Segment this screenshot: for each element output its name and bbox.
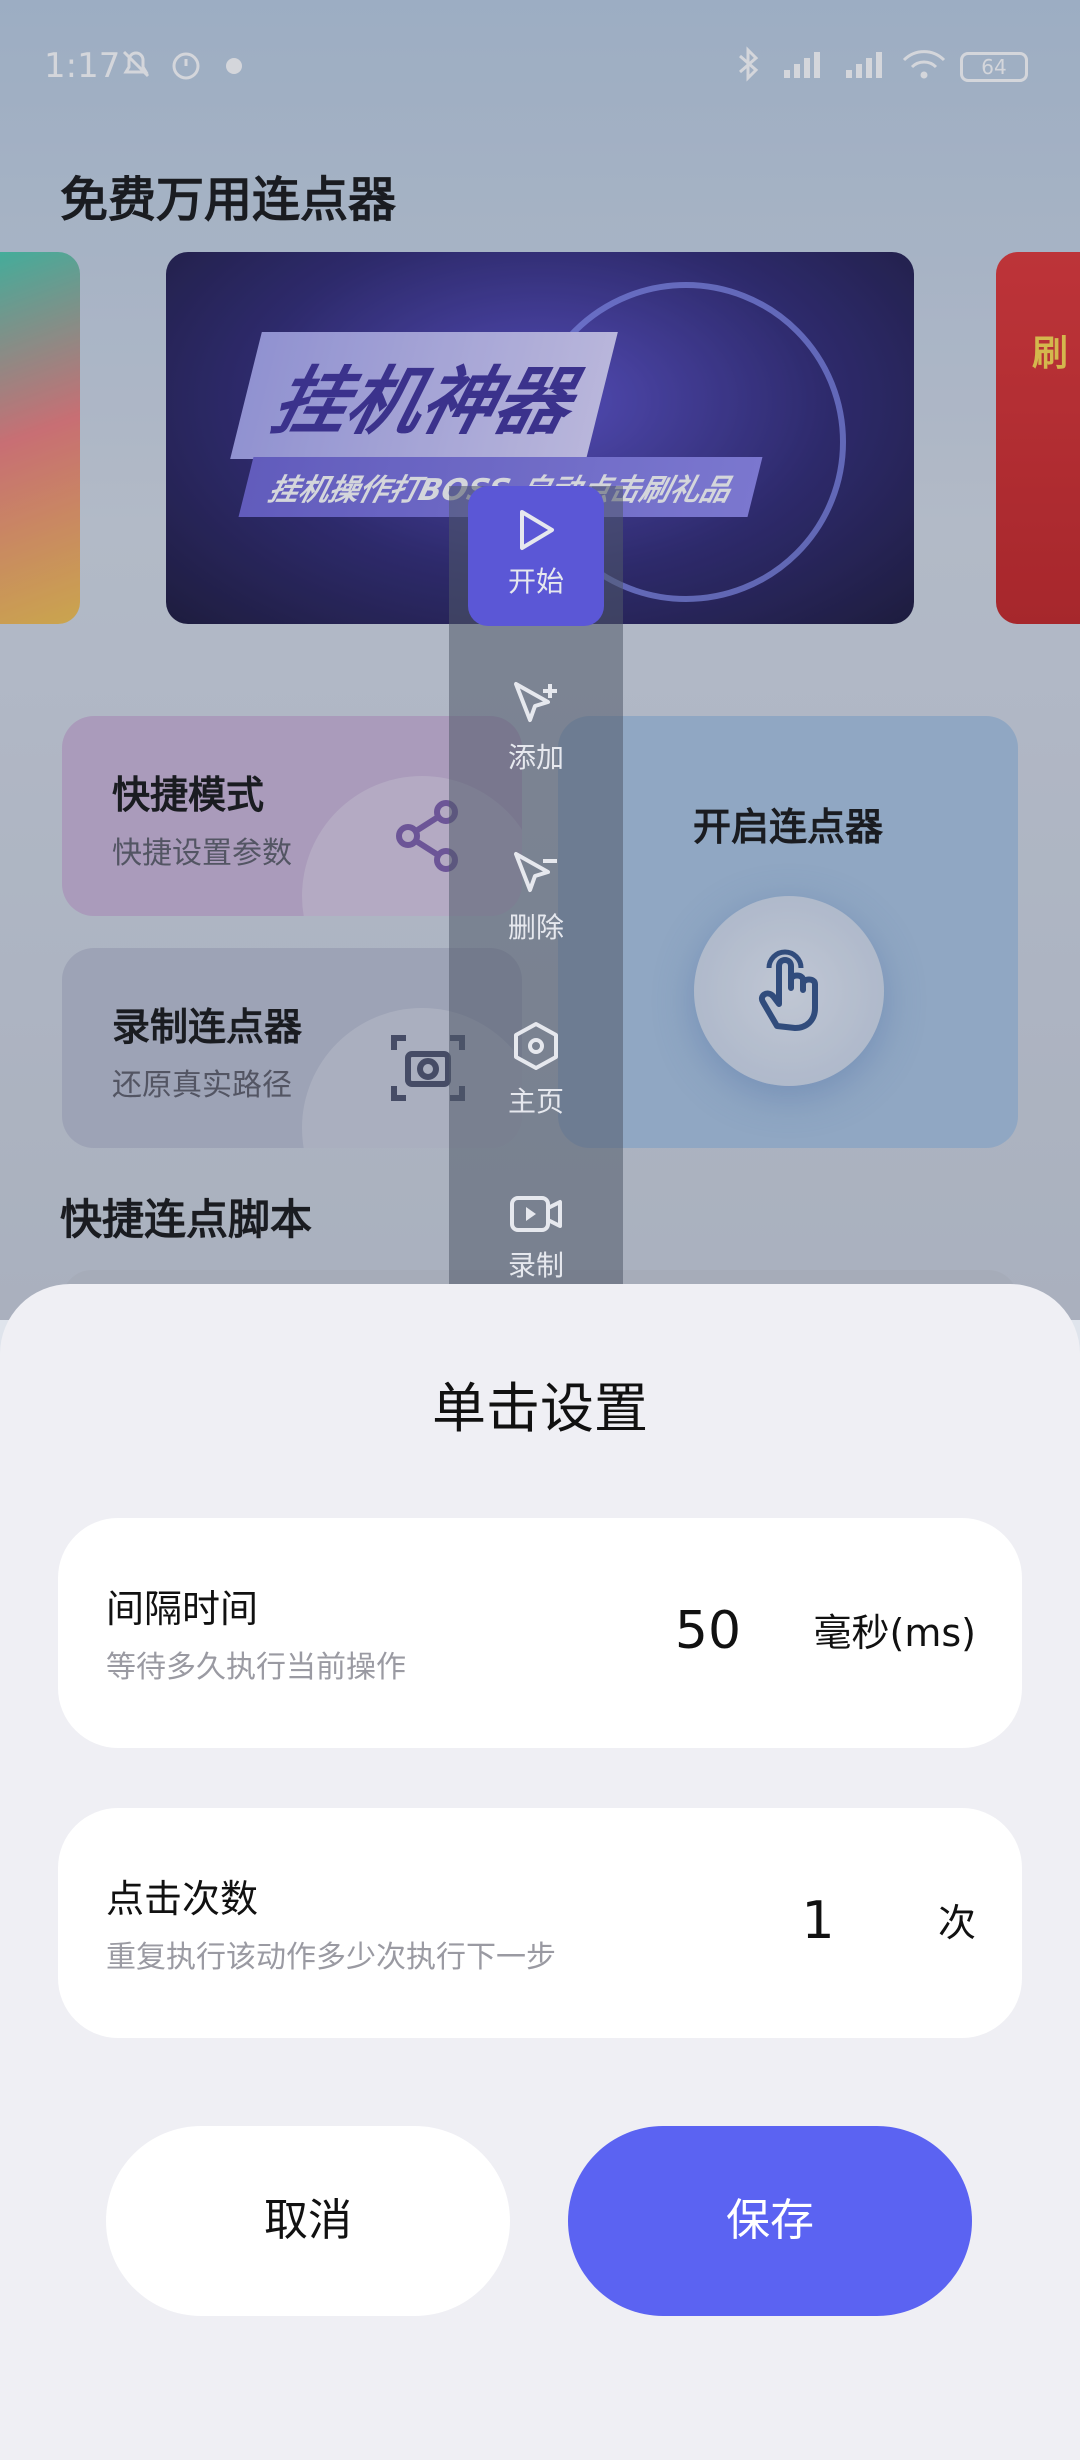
toolbar-item-delete[interactable]: 删除 bbox=[449, 850, 623, 946]
toolbar-item-start[interactable]: 开始 bbox=[449, 508, 623, 600]
interval-unit: 毫秒(ms) bbox=[813, 1611, 976, 1655]
click-count-label: 点击次数 bbox=[106, 1877, 259, 1921]
toolbar-label-start: 开始 bbox=[507, 565, 564, 598]
sheet-title: 单击设置 bbox=[432, 1377, 648, 1440]
click-count-description: 重复执行该动作多少次执行下一步 bbox=[106, 1940, 556, 1975]
cancel-button[interactable]: 取消 bbox=[106, 2126, 510, 2316]
interval-setting-row: 间隔时间 等待多久执行当前操作 毫秒(ms) bbox=[58, 1518, 1022, 1748]
toolbar-item-record[interactable]: 录制 bbox=[449, 1192, 623, 1284]
cursor-plus-icon bbox=[514, 682, 557, 722]
toolbar-label-record: 录制 bbox=[507, 1249, 564, 1282]
cursor-minus-icon bbox=[514, 852, 557, 892]
hexagon-home-icon bbox=[514, 1022, 558, 1070]
app-background: 1:17 64 免费万用连点器 挂机神器 挂机操作打BOSS 自动点击刷礼品 刷… bbox=[0, 0, 1080, 1320]
toolbar-item-add[interactable]: 添加 bbox=[449, 680, 623, 776]
video-record-icon bbox=[510, 1196, 562, 1232]
play-icon bbox=[520, 510, 554, 550]
toolbar-label-add: 添加 bbox=[507, 741, 564, 774]
interval-input[interactable] bbox=[648, 1596, 768, 1666]
click-count-input[interactable] bbox=[758, 1886, 878, 1956]
toolbar-label-delete: 删除 bbox=[507, 911, 564, 944]
interval-label: 间隔时间 bbox=[106, 1587, 259, 1631]
click-count-setting-row: 点击次数 重复执行该动作多少次执行下一步 次 bbox=[58, 1808, 1022, 2038]
click-settings-sheet: 单击设置 间隔时间 等待多久执行当前操作 毫秒(ms) 点击次数 重复执行该动作… bbox=[0, 1284, 1080, 2460]
click-count-unit: 次 bbox=[937, 1901, 976, 1945]
toolbar-item-home[interactable]: 主页 bbox=[449, 1020, 623, 1120]
interval-description: 等待多久执行当前操作 bbox=[106, 1650, 406, 1685]
save-button[interactable]: 保存 bbox=[568, 2126, 972, 2316]
toolbar-label-home: 主页 bbox=[507, 1085, 564, 1118]
